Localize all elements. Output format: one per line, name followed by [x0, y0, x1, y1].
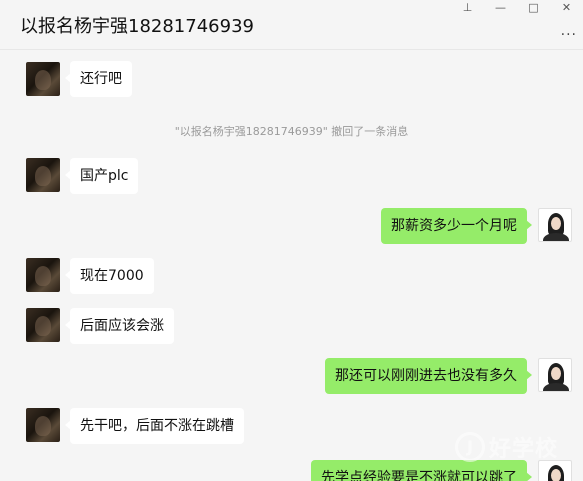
message-bubble-outgoing[interactable]: 那还可以刚刚进去也没有多久: [325, 358, 532, 394]
close-icon[interactable]: ✕: [550, 0, 583, 14]
pin-icon[interactable]: ⊥: [451, 0, 484, 14]
contact-avatar[interactable]: [26, 62, 60, 96]
self-avatar[interactable]: [538, 208, 572, 242]
contact-avatar[interactable]: [26, 158, 60, 192]
contact-avatar[interactable]: [26, 408, 60, 442]
more-options-icon[interactable]: ···: [561, 28, 577, 42]
chat-header: 以报名杨宇强18281746939 ⊥ — □ ✕ ···: [0, 0, 583, 50]
self-avatar[interactable]: [538, 358, 572, 392]
maximize-icon[interactable]: □: [517, 0, 550, 14]
contact-avatar[interactable]: [26, 308, 60, 342]
message-bubble-incoming[interactable]: 后面应该会涨: [65, 308, 174, 344]
watermark-logo: J 好学校: [455, 428, 577, 466]
message-bubble-incoming[interactable]: 现在7000: [65, 258, 154, 294]
message-bubble-incoming[interactable]: 先干吧，后面不涨在跳槽: [65, 408, 244, 444]
window-controls: ⊥ — □ ✕: [451, 0, 583, 14]
message-bubble-incoming[interactable]: 还行吧: [65, 61, 132, 97]
watermark-text: 好学校: [489, 437, 559, 462]
message-list[interactable]: 还行吧 "以报名杨宇强18281746939" 撤回了一条消息 国产plc 那薪…: [0, 50, 583, 481]
recall-notice: "以报名杨宇强18281746939" 撤回了一条消息: [174, 125, 409, 138]
message-bubble-outgoing[interactable]: 那薪资多少一个月呢: [381, 208, 532, 244]
minimize-icon[interactable]: —: [484, 0, 517, 14]
watermark-mark-icon: J: [455, 432, 485, 462]
message-bubble-incoming[interactable]: 国产plc: [64, 158, 139, 194]
contact-avatar[interactable]: [26, 258, 60, 292]
chat-title: 以报名杨宇强18281746939: [20, 16, 254, 37]
